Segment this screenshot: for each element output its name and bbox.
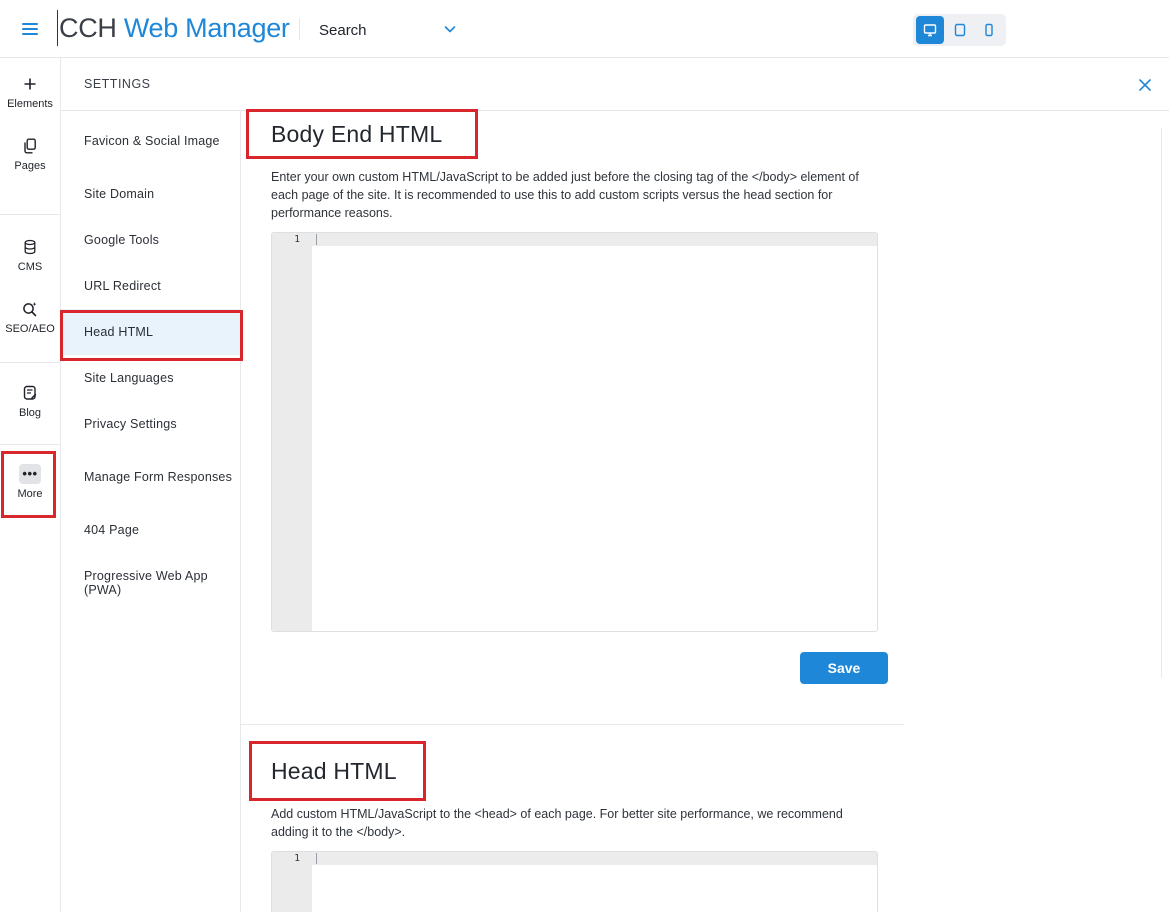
active-line-highlight xyxy=(272,852,877,865)
desktop-icon xyxy=(923,24,937,37)
line-number: 1 xyxy=(294,234,300,245)
settings-item-404-page[interactable]: 404 Page xyxy=(61,507,240,553)
mobile-view-button[interactable] xyxy=(975,16,1003,44)
close-icon[interactable] xyxy=(1137,77,1153,93)
device-preview-toggle xyxy=(913,14,1006,46)
line-number: 1 xyxy=(294,853,300,864)
rail-item-elements[interactable]: Elements xyxy=(0,72,60,110)
rail-divider xyxy=(0,444,60,445)
settings-item-url-redirect[interactable]: URL Redirect xyxy=(61,263,240,309)
database-icon xyxy=(24,239,36,255)
mobile-icon xyxy=(985,23,993,37)
tablet-icon xyxy=(954,23,966,37)
settings-item-google-tools[interactable]: Google Tools xyxy=(61,217,240,263)
rail-label-pages: Pages xyxy=(14,160,46,172)
hamburger-menu-icon[interactable] xyxy=(22,20,38,38)
head-html-code-editor[interactable]: 1 xyxy=(271,851,878,912)
divider xyxy=(299,18,300,40)
head-html-description: Add custom HTML/JavaScript to the <head>… xyxy=(271,807,843,839)
rail-item-pages[interactable]: Pages xyxy=(0,134,60,172)
search-dropdown[interactable]: Search xyxy=(308,14,464,46)
desktop-view-button[interactable] xyxy=(916,16,944,44)
section-divider xyxy=(241,724,904,725)
body-end-description: Enter your own custom HTML/JavaScript to… xyxy=(271,170,859,220)
search-label: Search xyxy=(319,22,367,39)
rail-label-seo: SEO/AEO xyxy=(5,323,55,335)
blog-icon xyxy=(23,385,37,400)
settings-item-privacy[interactable]: Privacy Settings xyxy=(61,401,240,447)
settings-panel-title: SETTINGS xyxy=(84,77,151,91)
body-end-code-editor[interactable]: 1 xyxy=(271,232,878,632)
settings-item-pwa[interactable]: Progressive Web App (PWA) xyxy=(61,560,240,606)
rail-item-cms[interactable]: CMS xyxy=(0,235,60,273)
rail-divider xyxy=(0,214,60,215)
settings-item-head-html[interactable]: Head HTML xyxy=(61,309,240,355)
settings-item-site-domain[interactable]: Site Domain xyxy=(61,171,240,217)
body-end-title: Body End HTML xyxy=(271,121,443,147)
editor-gutter xyxy=(272,233,312,631)
settings-item-form-responses[interactable]: Manage Form Responses xyxy=(61,454,240,500)
app-logo: CCH Web Manager xyxy=(57,10,290,46)
head-html-title: Head HTML xyxy=(271,758,397,784)
rail-item-blog[interactable]: Blog xyxy=(0,381,60,419)
rail-label-elements: Elements xyxy=(7,98,53,110)
seo-search-icon xyxy=(23,302,37,317)
tablet-view-button[interactable] xyxy=(946,16,974,44)
top-bar: CCH Web Manager Search xyxy=(0,0,1169,58)
pages-icon xyxy=(24,138,36,154)
left-rail: Elements Pages CMS SEO/AEO Blog ••• More xyxy=(0,58,61,912)
text-caret xyxy=(316,234,317,245)
plus-icon xyxy=(24,78,36,90)
logo-text-secondary: Web Manager xyxy=(123,13,290,43)
rail-label-more: More xyxy=(17,488,43,500)
rail-label-cms: CMS xyxy=(17,261,43,273)
chevron-down-icon xyxy=(444,26,456,33)
rail-label-blog: Blog xyxy=(18,407,42,419)
active-line-highlight xyxy=(272,233,877,246)
rail-item-more[interactable]: ••• More xyxy=(0,462,60,500)
logo-text-primary: CCH xyxy=(59,13,117,43)
text-caret xyxy=(316,853,317,864)
more-icon: ••• xyxy=(19,464,41,484)
settings-item-site-languages[interactable]: Site Languages xyxy=(61,355,240,401)
rail-divider xyxy=(0,362,60,363)
settings-item-favicon[interactable]: Favicon & Social Image xyxy=(61,118,240,164)
scrollbar[interactable] xyxy=(1161,128,1169,678)
rail-item-seo[interactable]: SEO/AEO xyxy=(0,297,60,335)
settings-nav: Favicon & Social Image Site Domain Googl… xyxy=(61,111,241,912)
save-button[interactable]: Save xyxy=(800,652,888,684)
